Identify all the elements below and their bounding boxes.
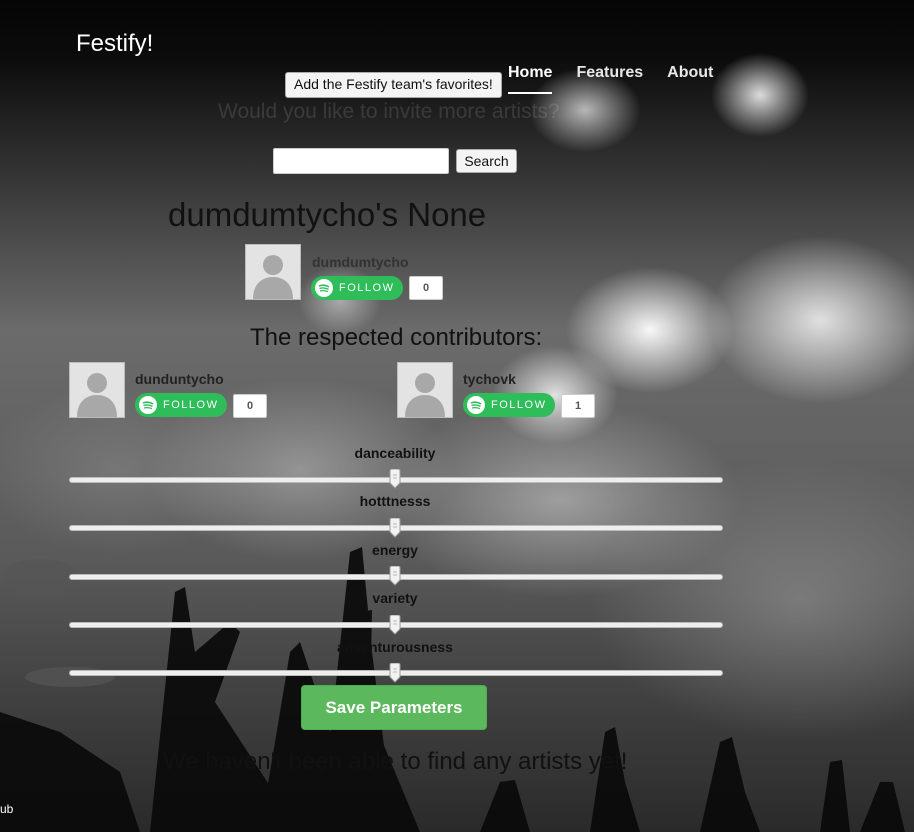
param-label-variety: variety	[372, 590, 418, 606]
contributor-follower-count: 0	[233, 394, 267, 418]
person-icon	[70, 363, 124, 417]
contributor-name[interactable]: dunduntycho	[135, 371, 224, 387]
param-label-danceability: danceability	[354, 445, 436, 461]
person-icon	[246, 245, 300, 299]
contributor-follower-count: 1	[561, 394, 595, 418]
playlist-title: dumdumtycho's None	[168, 196, 487, 233]
footer-link[interactable]: ub	[0, 802, 13, 816]
nav-home[interactable]: Home	[508, 64, 553, 94]
owner-name[interactable]: dumdumtycho	[312, 254, 408, 270]
person-icon	[398, 363, 452, 417]
spotify-icon	[315, 279, 333, 297]
main-nav: Home Features About	[508, 64, 737, 94]
empty-artists-message: We haven't been able to find any artists…	[163, 748, 628, 775]
owner-follow-button[interactable]: FOLLOW	[311, 276, 403, 300]
contributor-follow-button[interactable]: FOLLOW	[463, 393, 555, 417]
search-input[interactable]	[273, 148, 449, 174]
param-label-hotttnesss: hotttnesss	[359, 493, 431, 509]
slider-handle-danceability[interactable]	[389, 469, 401, 489]
owner-follower-count: 0	[409, 276, 443, 300]
follow-label: FOLLOW	[339, 282, 395, 294]
param-label-energy: energy	[372, 542, 418, 558]
nav-features[interactable]: Features	[576, 64, 643, 94]
invite-question: Would you like to invite more artists?	[218, 100, 560, 123]
nav-about[interactable]: About	[667, 64, 713, 94]
save-parameters-button[interactable]: Save Parameters	[301, 685, 487, 730]
follow-label: FOLLOW	[491, 399, 547, 411]
slider-handle-energy[interactable]	[389, 566, 401, 586]
contributor-name[interactable]: tychovk	[463, 371, 516, 387]
spotify-icon	[139, 396, 157, 414]
slider-handle-adventurousness[interactable]	[389, 663, 401, 683]
contributor-avatar	[69, 362, 125, 418]
owner-avatar	[245, 244, 301, 300]
add-favorites-button[interactable]: Add the Festify team's favorites!	[285, 72, 502, 98]
contributor-avatar	[397, 362, 453, 418]
slider-handle-hotttnesss[interactable]	[389, 518, 401, 538]
brand-logo[interactable]: Festify!	[76, 30, 153, 58]
contributor-follow-button[interactable]: FOLLOW	[135, 393, 227, 417]
follow-label: FOLLOW	[163, 399, 219, 411]
slider-handle-variety[interactable]	[389, 615, 401, 635]
contributors-heading: The respected contributors:	[250, 324, 543, 351]
param-label-adventurousness: adventurousness	[337, 639, 453, 655]
spotify-icon	[467, 396, 485, 414]
search-button[interactable]: Search	[456, 149, 517, 173]
